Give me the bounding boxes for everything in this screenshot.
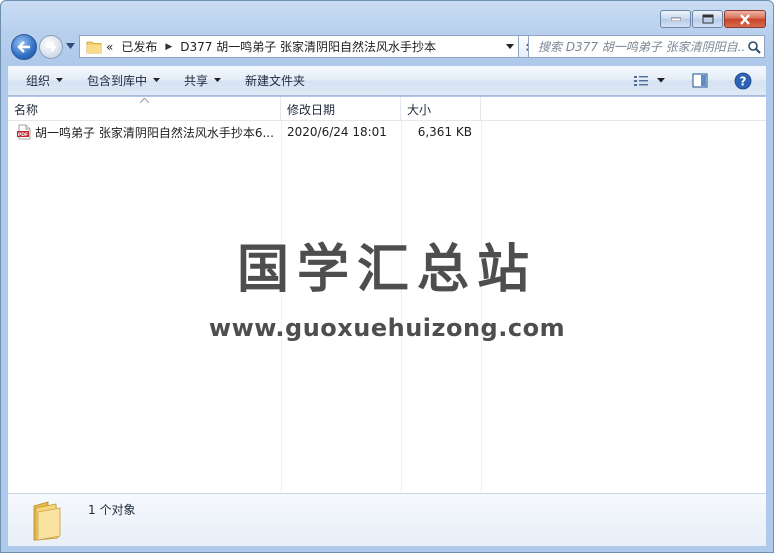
search-icon[interactable] — [744, 37, 764, 57]
column-divider — [481, 121, 482, 493]
forward-button[interactable] — [39, 35, 63, 59]
item-count: 1 个对象 — [88, 503, 136, 517]
back-arrow-icon — [17, 41, 30, 53]
address-bar[interactable]: « 已发布 ▶ D377 胡一鸣弟子 张家清阴阳自然法风水手抄本 — [79, 35, 519, 58]
breadcrumb-item-published[interactable]: 已发布 — [121, 38, 157, 55]
close-icon — [740, 13, 750, 25]
breadcrumb: « 已发布 ▶ D377 胡一鸣弟子 张家清阴阳自然法风水手抄本 — [106, 38, 502, 55]
folder-icon — [86, 41, 102, 53]
column-divider — [281, 121, 282, 493]
minimize-button[interactable] — [660, 10, 691, 28]
forward-arrow-icon — [46, 42, 57, 52]
search-input[interactable]: 搜索 D377 胡一鸣弟子 张家清阴阳自... — [529, 38, 744, 55]
window-controls — [660, 10, 766, 28]
recent-pages-dropdown-icon[interactable] — [66, 42, 75, 50]
new-folder-button[interactable]: 新建文件夹 — [233, 66, 317, 96]
share-menu[interactable]: 共享 — [172, 66, 233, 96]
column-headers: 名称 修改日期 大小 — [8, 97, 766, 121]
chevron-down-icon — [56, 78, 64, 82]
include-in-library-label: 包含到库中 — [87, 74, 148, 88]
folder-icon — [33, 501, 61, 541]
watermark: 国学汇总站 www.guoxuehuizong.com — [8, 227, 766, 342]
close-button[interactable] — [724, 10, 766, 28]
watermark-title: 国学汇总站 — [236, 240, 537, 300]
include-in-library-menu[interactable]: 包含到库中 — [75, 66, 172, 96]
help-button[interactable]: ? — [730, 69, 756, 93]
new-folder-label: 新建文件夹 — [245, 74, 306, 88]
chevron-down-icon — [506, 44, 514, 49]
svg-text:PDF: PDF — [18, 132, 28, 138]
column-header-date-label: 修改日期 — [287, 102, 336, 117]
column-header-date[interactable]: 修改日期 — [281, 97, 401, 121]
command-bar: 组织 包含到库中 共享 新建文件夹 ? — [8, 66, 766, 96]
navigation-bar: « 已发布 ▶ D377 胡一鸣弟子 张家清阴阳自然法风水手抄本 搜索 D377… — [9, 32, 765, 60]
share-label: 共享 — [184, 74, 209, 88]
breadcrumb-separator-icon[interactable]: ▶ — [165, 42, 172, 52]
maximize-button[interactable] — [692, 10, 723, 28]
back-button[interactable] — [11, 34, 37, 60]
address-dropdown-button[interactable] — [502, 36, 518, 57]
file-list-pane[interactable]: 名称 修改日期 大小 PDF 胡一鸣弟子 张家清阴阳自然法风水手抄本6... 2… — [8, 97, 766, 493]
column-header-size-label: 大小 — [407, 102, 432, 117]
column-header-size[interactable]: 大小 — [401, 97, 481, 121]
maximize-icon — [702, 14, 713, 24]
sort-ascending-icon — [140, 98, 149, 103]
preview-pane-icon — [692, 73, 708, 88]
view-tools: ? — [629, 69, 766, 93]
watermark-url: www.guoxuehuizong.com — [208, 314, 566, 342]
file-size: 6,361 KB — [417, 125, 472, 139]
chevron-down-icon — [214, 78, 222, 82]
view-list-icon — [634, 75, 648, 86]
details-pane: 1 个对象 — [8, 493, 766, 546]
chevron-down-icon — [657, 78, 665, 83]
column-header-name[interactable]: 名称 — [8, 97, 281, 121]
pdf-icon: PDF — [17, 124, 31, 140]
preview-pane-button[interactable] — [688, 69, 712, 93]
help-icon: ? — [734, 72, 752, 89]
breadcrumb-item-current[interactable]: D377 胡一鸣弟子 张家清阴阳自然法风水手抄本 — [180, 38, 436, 55]
chevron-down-icon — [153, 78, 161, 82]
file-date: 2020/6/24 18:01 — [287, 125, 387, 139]
file-name: 胡一鸣弟子 张家清阴阳自然法风水手抄本6... — [35, 125, 274, 140]
svg-text:?: ? — [740, 74, 747, 88]
explorer-window: « 已发布 ▶ D377 胡一鸣弟子 张家清阴阳自然法风水手抄本 搜索 D377… — [0, 0, 774, 553]
file-name-cell[interactable]: PDF 胡一鸣弟子 张家清阴阳自然法风水手抄本6... — [8, 124, 281, 141]
file-row[interactable]: PDF 胡一鸣弟子 张家清阴阳自然法风水手抄本6... 2020/6/24 18… — [8, 122, 481, 142]
organize-menu[interactable]: 组织 — [8, 66, 75, 96]
column-header-name-label: 名称 — [14, 102, 39, 117]
column-divider — [401, 121, 402, 493]
change-view-button[interactable] — [629, 69, 670, 93]
minimize-icon — [670, 17, 681, 21]
organize-label: 组织 — [26, 74, 51, 88]
search-box[interactable]: 搜索 D377 胡一鸣弟子 张家清阴阳自... — [528, 35, 765, 58]
breadcrumb-overflow[interactable]: « — [106, 40, 113, 54]
